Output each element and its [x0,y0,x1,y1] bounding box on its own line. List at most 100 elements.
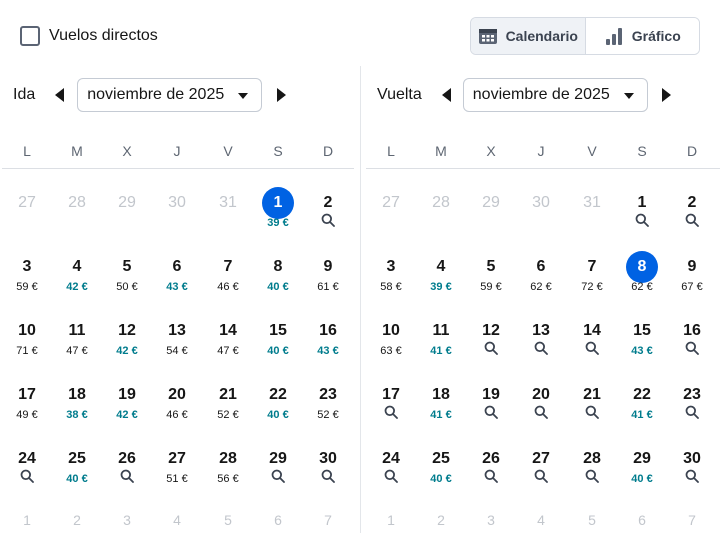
outbound-day-cell[interactable]: 16 43 € [303,321,353,379]
outbound-day-cell[interactable]: 6 43 € [152,257,202,315]
return-day-cell[interactable]: 19 [466,385,516,443]
outbound-day-cell[interactable]: 13 54 € [152,321,202,379]
day-number: 10 [18,322,36,339]
day-price: 43 € [317,345,339,357]
weekday-header: X [486,143,496,159]
return-day-cell[interactable]: 23 [667,385,717,443]
outbound-day-cell[interactable]: 30 [303,449,353,507]
search-icon [685,469,699,483]
return-day-cell[interactable]: 9 67 € [667,257,717,315]
search-icon [585,469,599,483]
return-month-value: noviembre de 2025 [472,86,610,103]
graph-view-label: Gráfico [631,28,681,44]
return-day-cell[interactable]: 11 41 € [416,321,466,379]
direct-flights-checkbox[interactable]: Vuelos directos [20,26,158,46]
outbound-day-cell[interactable]: 5 50 € [102,257,152,315]
return-day-cell[interactable]: 30 [667,449,717,507]
outbound-day-cell[interactable]: 17 49 € [2,385,52,443]
outbound-day-cell[interactable]: 22 40 € [253,385,303,443]
return-day-cell[interactable]: 14 [567,321,617,379]
return-day-cell[interactable]: 28 [567,449,617,507]
outbound-next-month-button[interactable] [277,88,287,102]
day-number: 13 [532,322,550,339]
calendar-view-button[interactable]: Calendario [471,18,586,54]
return-day-cell[interactable]: 18 41 € [416,385,466,443]
day-price: 63 € [380,345,402,357]
outbound-day-cell[interactable]: 20 46 € [152,385,202,443]
return-day-cell[interactable]: 26 [466,449,516,507]
return-day-cell[interactable]: 8 62 € [617,251,667,315]
outbound-day-cell[interactable]: 7 46 € [203,257,253,315]
outbound-day-cell[interactable]: 27 51 € [152,449,202,507]
return-prev-month-button[interactable] [441,88,451,102]
return-day-cell[interactable]: 21 [567,385,617,443]
outbound-day-cell[interactable]: 11 47 € [52,321,102,379]
day-number: 27 [18,194,36,211]
outbound-day-cell[interactable]: 23 52 € [303,385,353,443]
day-number: 9 [687,258,697,275]
outbound-day-cell[interactable]: 8 40 € [253,257,303,315]
return-day-cell[interactable]: 12 [466,321,516,379]
return-day-cell[interactable]: 29 40 € [617,449,667,507]
day-price: 46 € [217,281,239,293]
return-day-cell[interactable]: 27 [516,449,566,507]
outbound-day-cell[interactable]: 19 42 € [102,385,152,443]
return-day-cell: 27 [366,193,416,251]
weekday-header: X [122,143,132,159]
return-day-cell[interactable]: 4 39 € [416,257,466,315]
return-day-cell[interactable]: 25 40 € [416,449,466,507]
outbound-day-cell[interactable]: 1 39 € [253,187,303,251]
return-day-cell[interactable]: 22 41 € [617,385,667,443]
next-month-day: 6 [638,512,646,528]
outbound-day-cell[interactable]: 9 61 € [303,257,353,315]
next-month-day: 4 [173,512,181,528]
day-price: 59 € [480,281,502,293]
return-day-cell[interactable]: 16 [667,321,717,379]
return-day-cell[interactable]: 24 [366,449,416,507]
return-day-cell[interactable]: 6 62 € [516,257,566,315]
day-number: 31 [219,194,237,211]
day-number: 12 [482,322,500,339]
return-day-cell[interactable]: 7 72 € [567,257,617,315]
outbound-month-select[interactable]: noviembre de 2025 [77,78,263,112]
outbound-day-cell[interactable]: 3 59 € [2,257,52,315]
day-number: 27 [382,194,400,211]
return-day-cell[interactable]: 10 63 € [366,321,416,379]
day-number: 25 [432,450,450,467]
checkbox-box[interactable] [20,26,40,46]
return-day-cell[interactable]: 3 58 € [366,257,416,315]
return-day-cell[interactable]: 17 [366,385,416,443]
day-number: 30 [532,194,550,211]
outbound-day-cell[interactable]: 10 71 € [2,321,52,379]
day-number: 16 [319,322,337,339]
next-month-day: 2 [437,512,445,528]
day-price: 52 € [317,409,339,421]
return-day-cell[interactable]: 15 43 € [617,321,667,379]
outbound-day-cell[interactable]: 15 40 € [253,321,303,379]
outbound-day-cell[interactable]: 28 56 € [203,449,253,507]
outbound-day-cell[interactable]: 29 [253,449,303,507]
outbound-day-cell[interactable]: 2 [303,193,353,251]
outbound-day-cell[interactable]: 26 [102,449,152,507]
day-number: 25 [68,450,86,467]
outbound-day-cell[interactable]: 24 [2,449,52,507]
outbound-day-cell[interactable]: 21 52 € [203,385,253,443]
return-day-cell[interactable]: 13 [516,321,566,379]
outbound-day-cell[interactable]: 18 38 € [52,385,102,443]
day-price: 41 € [430,409,452,421]
return-next-month-button[interactable] [661,88,671,102]
return-day-cell[interactable]: 5 59 € [466,257,516,315]
return-day-cell[interactable]: 2 [667,193,717,251]
day-number: 24 [382,450,400,467]
outbound-day-cell[interactable]: 12 42 € [102,321,152,379]
outbound-day-cell[interactable]: 25 40 € [52,449,102,507]
graph-view-button[interactable]: Gráfico [585,18,699,54]
outbound-prev-month-button[interactable] [55,88,65,102]
outbound-day-cell[interactable]: 4 42 € [52,257,102,315]
day-number: 16 [683,322,701,339]
return-month-select[interactable]: noviembre de 2025 [462,78,648,112]
return-day-cell[interactable]: 1 [617,193,667,251]
return-day-cell[interactable]: 20 [516,385,566,443]
day-price: 58 € [380,281,402,293]
outbound-day-cell[interactable]: 14 47 € [203,321,253,379]
